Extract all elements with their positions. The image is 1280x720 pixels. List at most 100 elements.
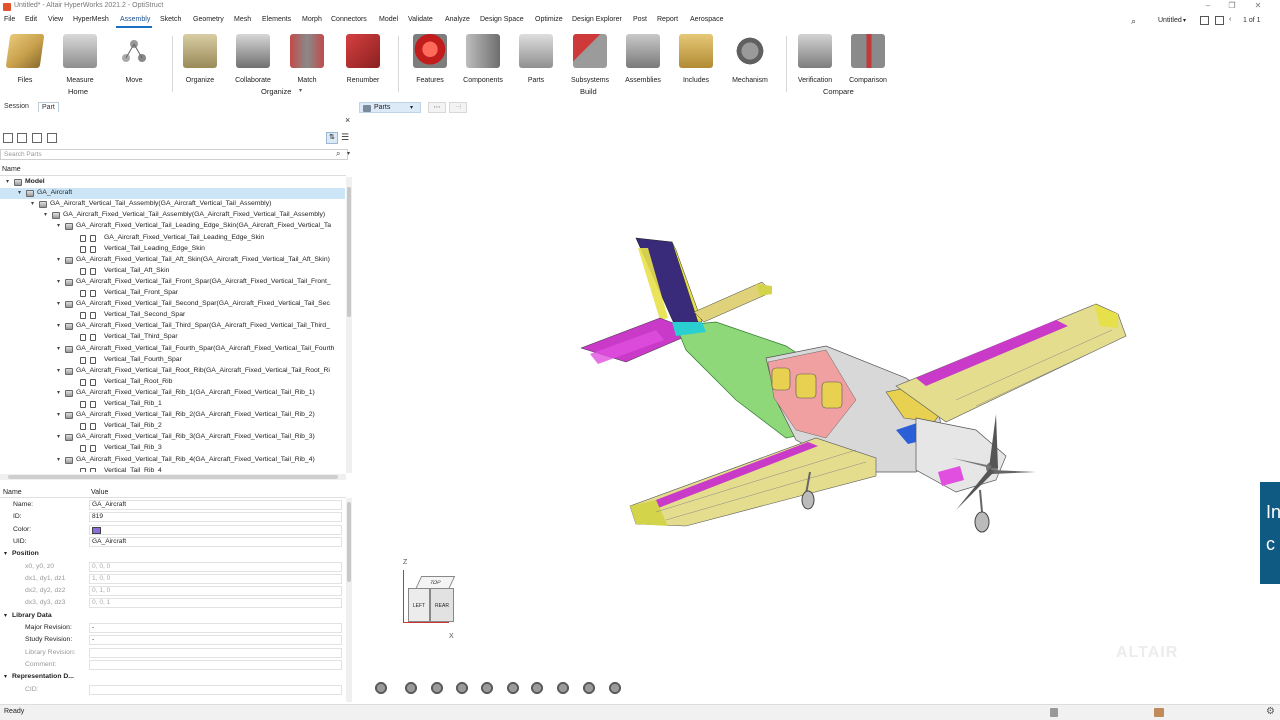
document-name[interactable]: Untitled [1158,17,1182,24]
features-button[interactable]: Features [402,34,458,84]
property-value-field[interactable]: GA_Aircraft [89,536,342,547]
menu-sketch[interactable]: Sketch [160,16,181,23]
tree-row[interactable]: GA_Aircraft_Fixed_Vertical_Tail_Leading_… [0,233,345,244]
menu-file[interactable]: File [4,16,15,23]
menu-morph[interactable]: Morph [302,16,322,23]
close-icon[interactable]: × [345,115,350,125]
view-mode-icon[interactable] [3,133,13,143]
expand-toggle-icon[interactable]: ▾ [6,178,9,185]
menu-edit[interactable]: Edit [25,16,37,23]
axis-icon[interactable] [530,681,544,695]
tree-row[interactable]: Vertical_Tail_Rib_3 [0,443,345,454]
new-page-icon[interactable] [1215,16,1224,25]
color-swatch[interactable] [92,526,101,534]
menu-aerospace[interactable]: Aerospace [690,16,723,23]
tab-session[interactable]: Session [1,102,32,111]
includes-button[interactable]: Includes [668,34,724,84]
expand-toggle-icon[interactable]: ▾ [44,211,47,218]
tree-row[interactable]: ▾ GA_Aircraft [0,188,345,200]
clipboard-icon[interactable] [1050,708,1058,717]
expand-toggle-icon[interactable]: ▾ [57,222,60,229]
property-value-field[interactable]: 0, 0, 0 [89,561,342,572]
properties-section[interactable]: ▾ Representation D... [0,671,346,683]
part-tree[interactable]: ▾ Model ▾ GA_Aircraft ▾ GA_Aircraft_Vertical_… [0,177,345,472]
split-view-icon[interactable] [17,133,27,143]
tree-row[interactable]: ▾ GA_Aircraft_Fixed_Vertical_Tail_Rib_3(G… [0,432,345,443]
tree-row[interactable]: ▾ GA_Aircraft_Fixed_Vertical_Tail_Front_S… [0,277,345,288]
menu-geometry[interactable]: Geometry [193,16,224,23]
tree-row[interactable]: Vertical_Tail_Root_Rib [0,377,345,388]
menu-report[interactable]: Report [657,16,678,23]
tree-row[interactable]: ▾ GA_Aircraft_Fixed_Vertical_Tail_Third_S… [0,321,345,332]
tree-row[interactable]: ▾ GA_Aircraft_Fixed_Vertical_Tail_Rib_1(G… [0,388,345,399]
collaborate-button[interactable]: Collaborate [225,34,281,84]
tree-row[interactable]: ▾ GA_Aircraft_Fixed_Vertical_Tail_Leading… [0,221,345,232]
view-cube-left[interactable]: LEFT [408,588,430,622]
property-value-field[interactable]: 0, 1, 0 [89,586,342,597]
tree-row[interactable]: ▾ Model [0,177,345,188]
property-value-field[interactable]: GA_Aircraft [89,500,342,510]
expand-toggle-icon[interactable]: ▾ [57,256,60,263]
tree-row[interactable]: Vertical_Tail_Third_Spar [0,332,345,343]
fit-icon[interactable] [455,681,469,695]
tree-row[interactable]: ▾ GA_Aircraft_Fixed_Vertical_Tail_Assembl… [0,210,345,221]
tree-row[interactable]: Vertical_Tail_Second_Spar [0,310,345,321]
components-button[interactable]: Components [455,34,511,84]
settings-icon[interactable]: ⚙ [1266,706,1275,717]
zoom-area-icon[interactable] [582,681,596,695]
pan-icon[interactable] [430,681,444,695]
tree-row[interactable]: Vertical_Tail_Front_Spar [0,288,345,299]
tree-scrollbar[interactable] [346,177,352,473]
menu-validate[interactable]: Validate [408,16,433,23]
assemblies-button[interactable]: Assemblies [615,34,671,84]
expand-toggle-icon[interactable]: ▾ [57,322,60,329]
measure-button[interactable]: Measure [52,34,108,84]
mechanism-button[interactable]: Mechanism [722,34,778,84]
tab-part[interactable]: Part [38,102,59,112]
comparison-button[interactable]: Comparison [840,34,896,84]
search-icon[interactable]: ⌕ [1131,16,1136,27]
section-icon[interactable] [480,681,494,695]
tree-row[interactable]: Vertical_Tail_Aft_Skin [0,266,345,277]
side-banner[interactable]: In c [1260,482,1280,584]
tree-row[interactable]: ▾ GA_Aircraft_Vertical_Tail_Assembly(GA_A… [0,199,345,210]
expand-toggle-icon[interactable]: ▾ [57,433,60,440]
menu-post[interactable]: Post [633,16,647,23]
chevron-down-icon[interactable]: ▾ [347,150,350,157]
columns-icon[interactable] [32,133,42,143]
scrollbar-thumb[interactable] [347,502,351,582]
page-previous-icon[interactable]: ‹ [1229,16,1231,23]
expand-toggle-icon[interactable]: ▾ [57,456,60,463]
menu-mesh[interactable]: Mesh [234,16,251,23]
tree-row[interactable]: ▾ GA_Aircraft_Fixed_Vertical_Tail_Aft_Ski… [0,255,345,266]
property-value-field[interactable]: 819 [89,512,342,523]
menu-view[interactable]: View [48,16,63,23]
expand-toggle-icon[interactable]: ▾ [31,200,34,207]
tree-row[interactable]: Vertical_Tail_Rib_4 [0,466,345,472]
focus-icon[interactable] [506,681,520,695]
property-value-field[interactable]: - [89,635,342,646]
menu-assembly[interactable]: Assembly [120,16,150,23]
verification-button[interactable]: Verification [787,34,843,84]
expand-toggle-icon[interactable]: ▾ [57,300,60,307]
tree-column-header[interactable]: Name [0,166,346,176]
tree-row[interactable]: Vertical_Tail_Rib_2 [0,421,345,432]
menu-optimize[interactable]: Optimize [535,16,563,23]
property-value-field[interactable] [89,647,342,658]
properties-section[interactable]: ▾ Position [0,548,346,560]
tree-row[interactable]: ▾ GA_Aircraft_Fixed_Vertical_Tail_Fourth_… [0,344,345,355]
renumber-button[interactable]: Renumber [335,34,391,84]
lock-icon[interactable] [608,681,622,695]
tree-row[interactable]: Vertical_Tail_Leading_Edge_Skin [0,244,345,255]
minimize-button[interactable]: – [1198,1,1218,10]
menu-analyze[interactable]: Analyze [445,16,470,23]
menu-model[interactable]: Model [379,16,398,23]
subsystems-button[interactable]: Subsystems [562,34,618,84]
property-value-field[interactable] [89,684,342,695]
expand-toggle-icon[interactable]: ▾ [57,389,60,396]
scrollbar-thumb[interactable] [8,475,338,479]
view-cube-rear[interactable]: REAR [430,588,454,622]
chevron-down-icon[interactable]: ▾ [1183,17,1186,24]
property-value-field[interactable]: 0, 0, 1 [89,598,342,609]
collapse-icon[interactable]: ▾ [4,673,7,680]
